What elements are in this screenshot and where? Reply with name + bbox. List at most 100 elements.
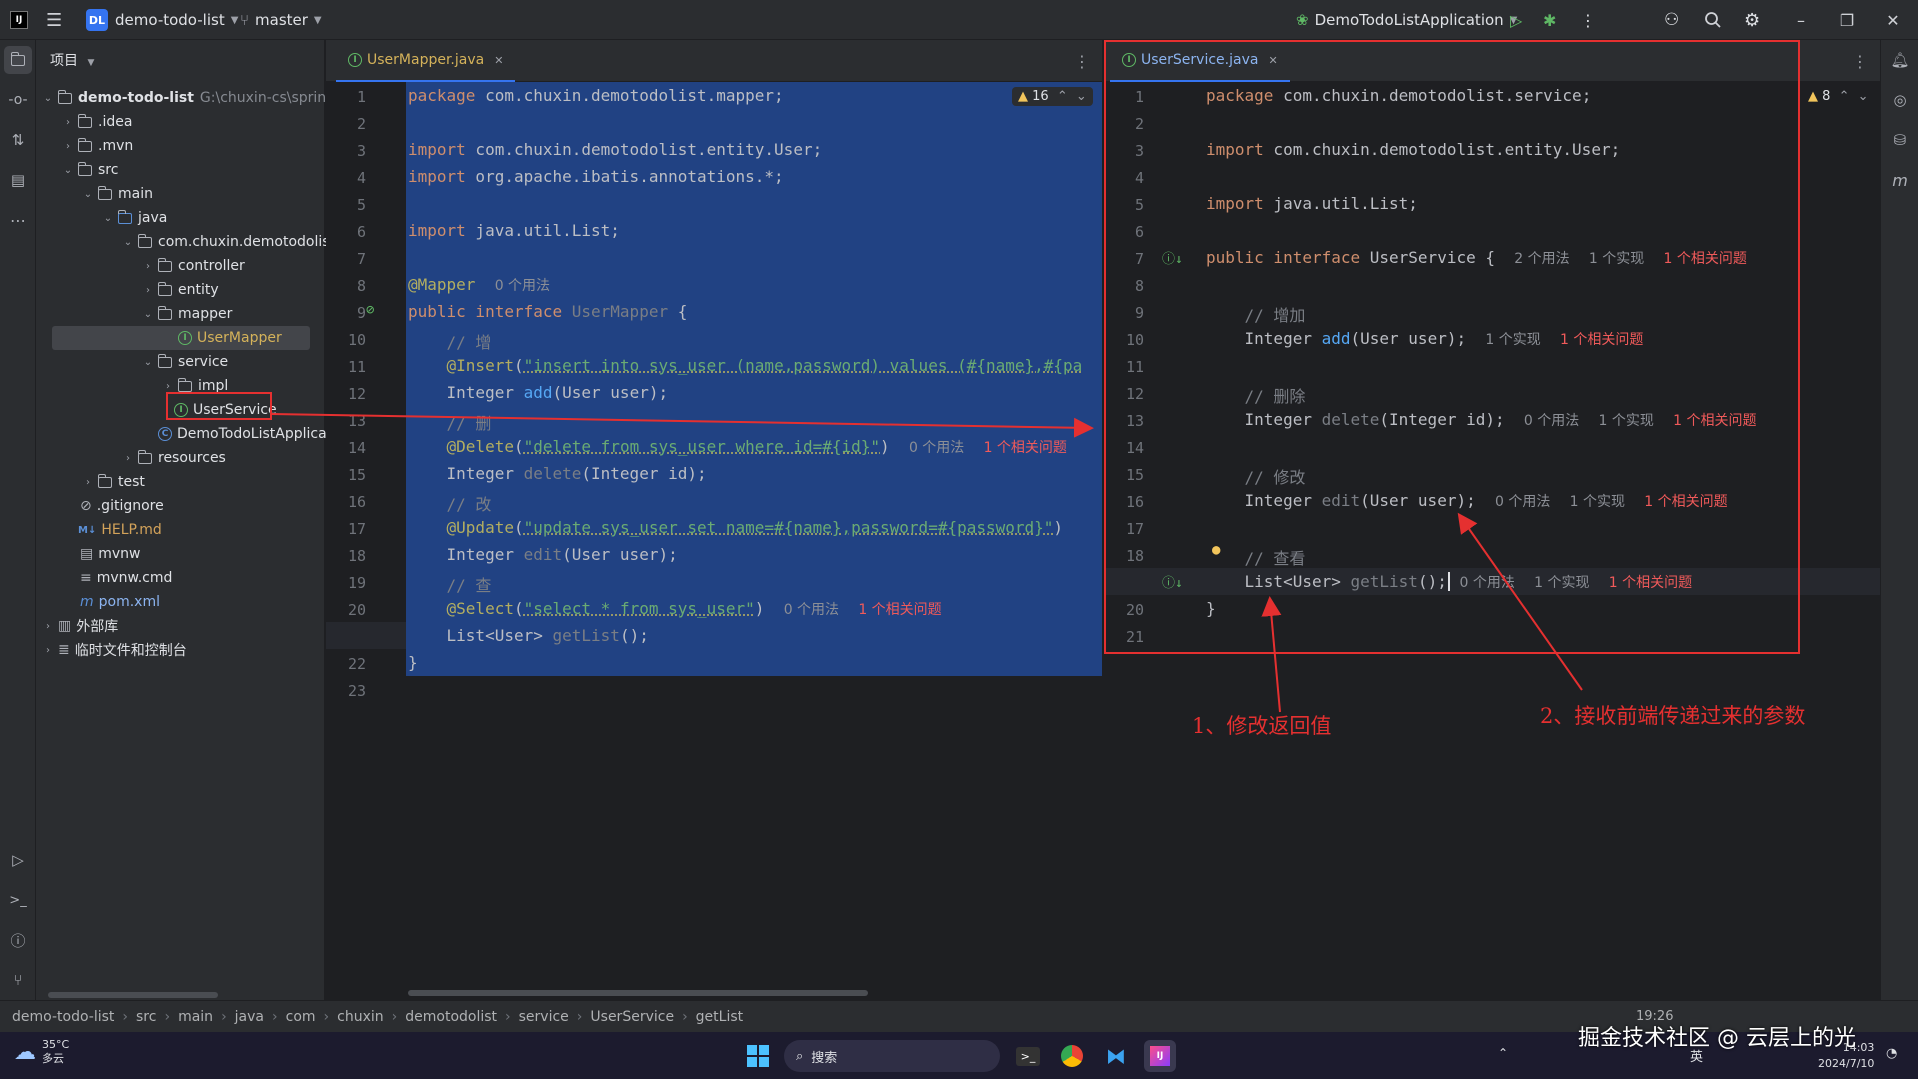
breadcrumb-item[interactable]: getList (696, 1009, 743, 1025)
breadcrumb-item[interactable]: java (235, 1009, 264, 1025)
settings-button[interactable]: ⚙ (1744, 0, 1760, 40)
project-panel-header[interactable]: 项目 ▼ (50, 50, 94, 70)
code-line-1: package com.chuxin.demotodolist.mapper; (408, 86, 784, 105)
breadcrumb: demo-todo-list › src › main › java › com › chuxin ›… (12, 1009, 743, 1025)
tree-item-pom[interactable]: m pom.xml (36, 590, 160, 614)
weather-widget[interactable]: ☁ 35°C 多云 (14, 1038, 69, 1066)
file-icon: ≡ (80, 570, 92, 586)
minimize-button[interactable]: – (1778, 0, 1824, 40)
project-switcher[interactable]: DL demo-todo-list ▼ (86, 0, 238, 40)
taskbar-search[interactable]: ⌕ 搜索 (784, 1040, 1000, 1072)
close-icon[interactable]: ✕ (494, 54, 503, 67)
breadcrumb-item[interactable]: chuxin (337, 1009, 384, 1025)
breadcrumb-item[interactable]: main (178, 1009, 213, 1025)
run-config-selector[interactable]: ❀ DemoTodoListApplication ▼ (1296, 0, 1517, 40)
main-menu-button[interactable]: ☰ (46, 0, 62, 40)
spring-class-icon: C (158, 427, 172, 441)
tree-item-java[interactable]: ⌄ java (36, 206, 167, 230)
more-horizontal-icon: ⋯ (10, 210, 26, 230)
tree-item-controller[interactable]: › controller (36, 254, 245, 278)
problems-tool-button[interactable]: ⓘ (4, 926, 32, 954)
code-line-18: Integer edit(User user); (446, 545, 678, 564)
tree-item-package-root[interactable]: ⌄ com.chuxin.demotodolist (36, 230, 335, 254)
add-user-button[interactable]: ⚇ (1664, 0, 1679, 40)
warning-indicator[interactable]: ▲ 16 ⌃ ⌄ (1012, 87, 1093, 106)
tab-options-button[interactable]: ⋮ (1074, 52, 1090, 71)
close-window-button[interactable]: ✕ (1870, 0, 1916, 40)
services-tool-button[interactable]: ▷ (4, 846, 32, 874)
app-logo-icon[interactable]: IJ (10, 0, 28, 40)
bean-gutter-icon[interactable]: ⊘ (366, 302, 374, 318)
tree-item-mvnw[interactable]: ▤ mvnw (36, 542, 140, 566)
notifications-button[interactable]: 🔔︎ (1886, 46, 1914, 74)
tree-item-entity[interactable]: › entity (36, 278, 219, 302)
ide-window: IJ ☰ DL demo-todo-list ▼ ⑂ master ▼ ❀ De… (0, 0, 1918, 1079)
more-actions-button[interactable]: ⋮ (1580, 0, 1596, 40)
tree-item-external-libs[interactable]: › ▥ 外部库 (36, 614, 118, 638)
tree-item-application[interactable]: C DemoTodoListApplicati (36, 422, 336, 446)
file-icon: ▤ (80, 546, 94, 562)
package-icon (157, 353, 172, 368)
branch-switcher[interactable]: ⑂ master ▼ (240, 0, 322, 40)
chrome-icon (1061, 1045, 1083, 1067)
breadcrumb-item[interactable]: service (519, 1009, 569, 1025)
start-button[interactable] (742, 1040, 774, 1072)
tree-item-src[interactable]: ⌄ src (36, 158, 118, 182)
database-button[interactable]: ⛁ (1886, 126, 1914, 154)
terminal-tool-button[interactable]: >_ (4, 886, 32, 914)
project-tool-button[interactable] (4, 46, 32, 74)
bug-icon: ✱ (1543, 10, 1557, 30)
code-line-3: import com.chuxin.demotodolist.entity.Us… (408, 140, 823, 159)
tree-item-service[interactable]: ⌄ service (36, 350, 228, 374)
tree-item-usermapper[interactable]: I UserMapper (52, 326, 310, 350)
tab-usermapper[interactable]: I UserMapper.java ✕ (336, 40, 516, 82)
structure-icon: ▤ (10, 171, 26, 189)
commit-tool-button[interactable]: -o- (4, 86, 32, 114)
breadcrumb-item[interactable]: demotodolist (405, 1009, 497, 1025)
tree-item-resources[interactable]: › resources (36, 446, 226, 470)
git-tool-button[interactable]: ⑂ (4, 966, 32, 994)
chrome-app[interactable] (1056, 1040, 1088, 1072)
pull-requests-tool-button[interactable]: ⇅ (4, 126, 32, 154)
tree-item-test[interactable]: › test (36, 470, 145, 494)
ai-assistant-button[interactable]: ◎ (1886, 86, 1914, 114)
vscode-app[interactable]: ⧓ (1100, 1040, 1132, 1072)
run-button[interactable]: ▷ (1510, 0, 1522, 40)
notification-bell-icon[interactable]: ◔ (1886, 1046, 1897, 1061)
debug-button[interactable]: ✱ (1543, 0, 1556, 40)
horizontal-scrollbar[interactable] (408, 990, 868, 996)
maven-icon: m (80, 594, 94, 610)
left-editor[interactable]: 1234567891011121314151617181920212223 ▲ … (326, 82, 1102, 1000)
tree-item-help[interactable]: M↓ HELP.md (36, 518, 162, 542)
tree-item-mvn[interactable]: › .mvn (36, 134, 133, 158)
interface-icon: I (348, 53, 362, 67)
maven-button[interactable]: m (1886, 166, 1914, 194)
tree-item-mapper[interactable]: ⌄ mapper (36, 302, 232, 326)
tree-item-idea[interactable]: › .idea (36, 110, 132, 134)
breadcrumb-item[interactable]: com (286, 1009, 316, 1025)
more-vertical-icon: ⋮ (1580, 10, 1596, 30)
more-tools-button[interactable]: ⋯ (4, 206, 32, 234)
terminal-app[interactable]: >_ (1012, 1040, 1044, 1072)
folder-icon (97, 185, 112, 200)
structure-tool-button[interactable]: ▤ (4, 166, 32, 194)
tree-item-scratches[interactable]: › ≣ 临时文件和控制台 (36, 638, 187, 662)
breadcrumb-item[interactable]: src (136, 1009, 156, 1025)
tree-item-label: service (178, 354, 229, 370)
horizontal-scrollbar[interactable] (48, 992, 218, 998)
tray-overflow-icon[interactable]: ⌃ (1498, 1046, 1508, 1060)
intellij-app[interactable]: IJ (1144, 1040, 1176, 1072)
warning-indicator[interactable]: ▲ 8 ⌃ ⌄ (1804, 87, 1873, 106)
maven-icon: m (1892, 170, 1908, 190)
restore-button[interactable]: ❐ (1824, 0, 1870, 40)
breadcrumb-item[interactable]: demo-todo-list (12, 1009, 114, 1025)
breadcrumb-item[interactable]: UserService (590, 1009, 674, 1025)
tree-item-main[interactable]: ⌄ main (36, 182, 153, 206)
tree-item-gitignore[interactable]: ⊘ .gitignore (36, 494, 164, 518)
project-name: demo-todo-list (115, 11, 225, 29)
tab-options-button[interactable]: ⋮ (1852, 52, 1868, 71)
warning-icon: ▲ (1808, 89, 1818, 104)
tree-item-mvnw-cmd[interactable]: ≡ mvnw.cmd (36, 566, 172, 590)
tree-item-root[interactable]: ⌄ demo-todo-list G:\chuxin-cs\spring-b (36, 86, 349, 110)
search-everywhere-button[interactable] (1704, 0, 1722, 40)
